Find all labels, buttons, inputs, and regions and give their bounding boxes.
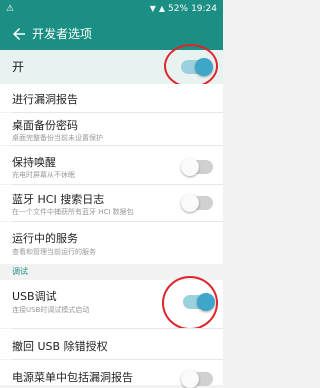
running-services-row[interactable]: 运行中的服务 查看和管理当前运行的服务	[0, 222, 223, 264]
bluetooth-hci-log-row[interactable]: 蓝牙 HCI 搜索日志 在一个文件中捕获所有蓝牙 HCI 数据包	[0, 185, 223, 221]
signal-icon: ▲	[158, 4, 166, 13]
desktop-backup-password-title: 桌面备份密码	[12, 119, 78, 132]
back-arrow-icon[interactable]	[10, 25, 28, 43]
page-title: 开发者选项	[32, 27, 93, 41]
stay-awake-subtitle: 充电时屏幕从不休眠	[12, 171, 75, 179]
bug-report-row[interactable]: 进行漏洞报告	[0, 84, 223, 112]
bluetooth-hci-log-subtitle: 在一个文件中捕获所有蓝牙 HCI 数据包	[12, 208, 134, 216]
wifi-icon: ▼	[149, 4, 156, 13]
stay-awake-row[interactable]: 保持唤醒 充电时屏幕从不休眠	[0, 146, 223, 184]
bluetooth-hci-log-toggle[interactable]	[181, 194, 213, 212]
revoke-usb-auth-row[interactable]: 撤回 USB 除错授权	[0, 329, 223, 359]
usb-debugging-subtitle: 连接USB时调试模式启动	[12, 306, 90, 314]
stay-awake-title: 保持唤醒	[12, 156, 56, 169]
power-menu-bug-report-row[interactable]: 电源菜单中包括漏洞报告	[0, 360, 223, 388]
toggle-knob	[181, 370, 199, 388]
running-services-title: 运行中的服务	[12, 232, 78, 245]
status-bar: ⚠ ▼ ▲ 52% 19:24	[0, 0, 223, 18]
developer-options-master-row[interactable]: 开	[0, 44, 223, 88]
stay-awake-toggle[interactable]	[181, 158, 213, 176]
revoke-usb-auth-title: 撤回 USB 除错授权	[12, 340, 108, 353]
desktop-backup-password-row[interactable]: 桌面备份密码 桌面完整备份当前未设置保护	[0, 113, 223, 145]
toggle-knob	[181, 194, 199, 212]
highlight-circle	[164, 44, 218, 88]
desktop-backup-password-subtitle: 桌面完整备份当前未设置保护	[12, 134, 103, 142]
bluetooth-hci-log-title: 蓝牙 HCI 搜索日志	[12, 193, 105, 206]
running-services-subtitle: 查看和管理当前运行的服务	[12, 248, 96, 256]
clock: 19:24	[191, 4, 217, 14]
bug-report-title: 进行漏洞报告	[12, 93, 78, 106]
usb-debugging-title: USB调试	[12, 290, 57, 303]
notification-icon: ⚠	[6, 4, 15, 14]
power-menu-bug-report-toggle[interactable]	[181, 370, 213, 388]
section-label: 调试	[12, 267, 28, 276]
master-toggle-label: 开	[12, 60, 25, 74]
power-menu-bug-report-title: 电源菜单中包括漏洞报告	[12, 371, 133, 384]
usb-debugging-row[interactable]: USB调试 连接USB时调试模式启动	[0, 276, 223, 330]
toggle-knob	[181, 158, 199, 176]
battery-percent: 52%	[168, 4, 189, 14]
highlight-circle	[162, 276, 218, 330]
